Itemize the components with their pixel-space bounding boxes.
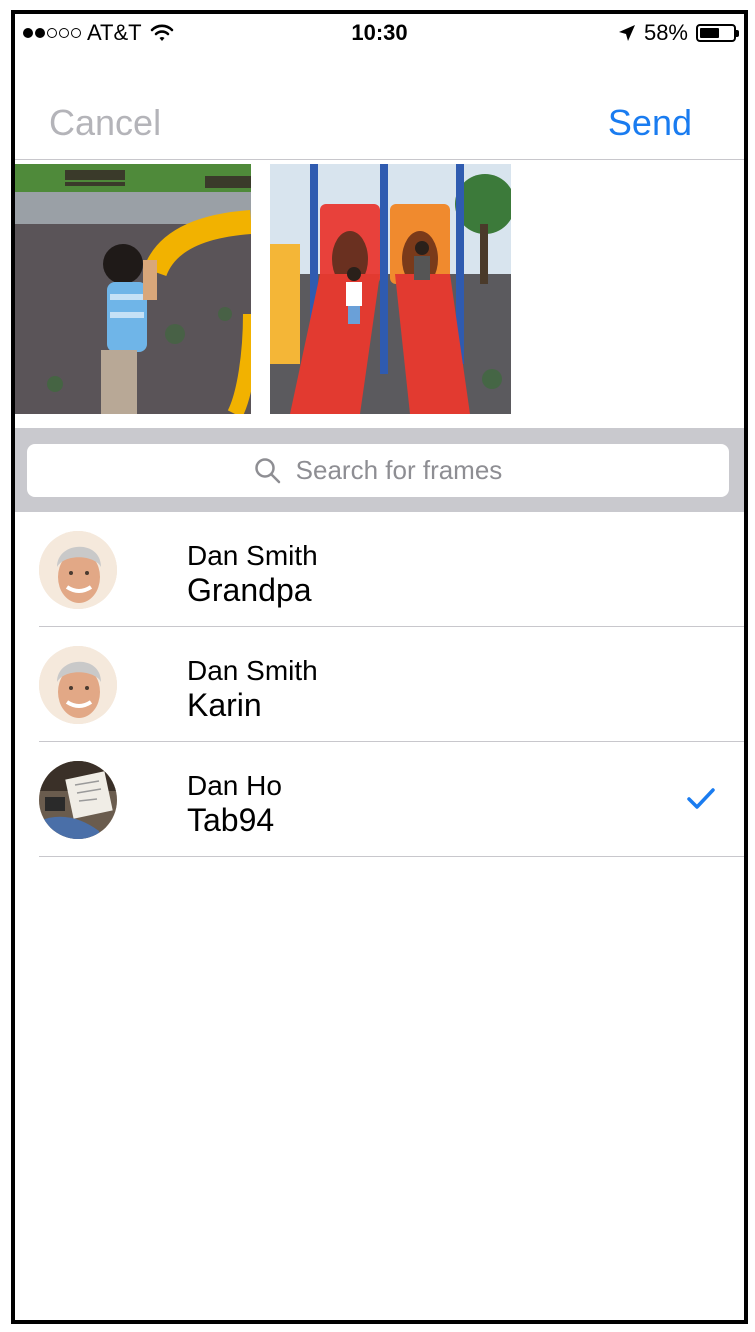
battery-percent: 58% bbox=[643, 20, 688, 45]
navigation-bar: Cancel Send bbox=[15, 54, 744, 160]
avatar bbox=[39, 531, 117, 609]
location-arrow-icon bbox=[618, 25, 635, 41]
list-item[interactable]: Dan Ho Tab94 bbox=[15, 742, 744, 857]
phone-screen: AT&T 10:30 58% Cancel Send Search for fr… bbox=[11, 10, 748, 1324]
status-right: 58% bbox=[618, 20, 739, 46]
contact-name: Dan Smith bbox=[187, 540, 318, 571]
list-item[interactable]: Dan Smith Grandpa bbox=[15, 512, 744, 627]
avatar bbox=[39, 646, 117, 724]
status-bar: AT&T 10:30 58% bbox=[15, 14, 744, 54]
contact-name: Dan Smith bbox=[187, 655, 318, 686]
search-bar: Search for frames bbox=[15, 428, 744, 512]
send-button[interactable]: Send bbox=[608, 102, 692, 144]
children-on-red-slides-photo[interactable] bbox=[270, 164, 511, 414]
search-placeholder: Search for frames bbox=[295, 455, 503, 485]
row-separator bbox=[39, 856, 744, 857]
checkmark-icon bbox=[687, 788, 715, 809]
contact-name: Dan Ho bbox=[187, 770, 282, 801]
battery-level-fill bbox=[700, 28, 719, 38]
search-icon bbox=[254, 457, 280, 483]
frame-name: Karin bbox=[187, 687, 262, 723]
avatar bbox=[39, 761, 117, 839]
frame-name: Tab94 bbox=[187, 802, 275, 838]
search-input[interactable]: Search for frames bbox=[27, 444, 729, 497]
cancel-button[interactable]: Cancel bbox=[49, 102, 161, 144]
battery-icon bbox=[696, 24, 739, 42]
selected-photos-strip bbox=[15, 164, 744, 414]
frame-name: Grandpa bbox=[187, 572, 312, 608]
frames-list: Dan Smith Grandpa Dan Smith Karin Dan Ho… bbox=[15, 512, 744, 857]
list-item[interactable]: Dan Smith Karin bbox=[15, 627, 744, 742]
child-on-playground-bar-photo[interactable] bbox=[15, 164, 251, 414]
